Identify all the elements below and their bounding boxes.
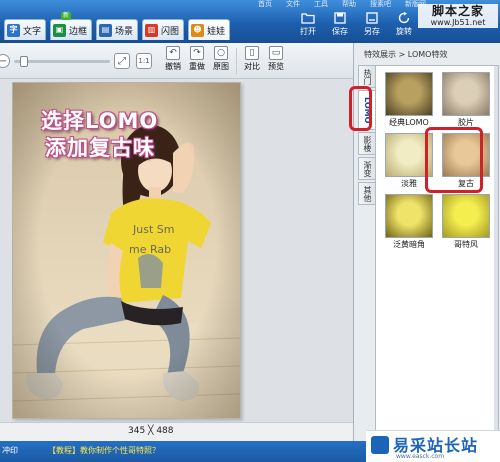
edit-tools: ↶ 撤销 ↷ 重做 ○ 原图 ▯ 对比 ▭ 预览 xyxy=(162,46,287,74)
breadcrumb: 特效展示 > LOMO特效 xyxy=(364,50,448,59)
menu-item-file[interactable]: 文件 xyxy=(286,0,300,10)
preview-button[interactable]: ▭ 预览 xyxy=(265,46,287,74)
tutorial-link[interactable]: 【教程】教你制作个性哥特照？ xyxy=(48,445,160,456)
text-icon: 字 xyxy=(7,23,20,37)
image-dimensions: 345 ╳ 488 xyxy=(128,426,174,436)
menu-item-help[interactable]: 帮助 xyxy=(342,0,356,10)
effect-label: 泛黄暗角 xyxy=(393,240,425,249)
effect-yellow-vignette[interactable]: 泛黄暗角 xyxy=(383,194,435,250)
preview-label: 预览 xyxy=(268,62,284,71)
lomo-tab-highlight xyxy=(349,86,372,131)
save-as-label: 另存 xyxy=(364,27,380,36)
minus-icon: − xyxy=(0,55,8,67)
edited-photo: Just Sm me Rab 选择LOMO 添加复古味 xyxy=(12,82,241,419)
compare-button[interactable]: ▯ 对比 xyxy=(241,46,263,74)
effect-thumbnail xyxy=(385,72,433,116)
redo-button[interactable]: ↷ 重做 xyxy=(186,46,208,74)
menu-item-tools[interactable]: 工具 xyxy=(314,0,328,10)
image-canvas[interactable]: Just Sm me Rab 选择LOMO 添加复古味 xyxy=(0,79,353,422)
flash-icon: ▥ xyxy=(145,23,159,37)
effects-grid: 经典LOMO 胶片 淡雅 复古 泛黄暗角 哥特风 xyxy=(375,65,499,435)
tab-border-label: 边框 xyxy=(69,26,88,37)
actual-size-icon: 1:1 xyxy=(138,57,150,65)
tab-scene-label: 场景 xyxy=(115,26,134,37)
save-as-button[interactable]: 另存 xyxy=(357,12,387,37)
watermark-title: 脚本之家 xyxy=(431,4,484,18)
redo-icon: ↷ xyxy=(190,46,204,60)
rotate-button[interactable]: 旋转 xyxy=(389,12,419,37)
status-bar: 345 ╳ 488 xyxy=(0,422,353,441)
zoom-slider-thumb[interactable] xyxy=(20,56,28,67)
easck-logo-icon xyxy=(371,436,389,454)
tab-doll[interactable]: ☻ 娃娃 xyxy=(188,19,231,40)
top-menu: 首页 文件 工具 帮助 搜素吧 新版网 xyxy=(258,0,426,10)
top-bar: 首页 文件 工具 帮助 搜素吧 新版网 字 文字 新 ▣ 边框 ▤ 场景 ▥ 闪… xyxy=(0,0,500,43)
fit-icon: ⤢ xyxy=(118,55,126,67)
effect-film[interactable]: 胶片 xyxy=(440,72,492,128)
watermark-url: www.Jb51.net xyxy=(430,18,486,27)
main-tabs: 字 文字 新 ▣ 边框 ▤ 场景 ▥ 闪图 ☻ 娃娃 xyxy=(4,12,231,40)
tab-gradient[interactable]: 渐变 xyxy=(358,157,375,180)
effect-thumbnail xyxy=(385,194,433,238)
scene-icon: ▤ xyxy=(99,23,113,37)
undo-label: 撤销 xyxy=(165,62,181,71)
tab-border[interactable]: 新 ▣ 边框 xyxy=(50,12,93,40)
panel-scrollbar[interactable] xyxy=(494,66,498,436)
original-icon: ○ xyxy=(214,46,228,60)
tab-text-label: 文字 xyxy=(23,26,42,37)
zoom-slider[interactable] xyxy=(14,60,110,63)
menu-item-home[interactable]: 首页 xyxy=(258,0,272,10)
fit-window-button[interactable]: ⤢ xyxy=(114,53,130,69)
file-actions: 打开 保存 另存 旋转 xyxy=(293,12,419,37)
original-button[interactable]: ○ 原图 xyxy=(210,46,232,74)
print-link[interactable]: 冲印 xyxy=(2,445,18,456)
original-label: 原图 xyxy=(213,62,229,71)
effect-thumbnail xyxy=(442,72,490,116)
effect-label: 哥特风 xyxy=(454,240,478,249)
save-label: 保存 xyxy=(332,27,348,36)
tab-doll-label: 娃娃 xyxy=(207,26,226,37)
new-badge: 新 xyxy=(61,12,72,20)
tab-other[interactable]: 其他 xyxy=(358,182,375,205)
editor-toolbar: − ⤢ 1:1 ↶ 撤销 ↷ 重做 ○ 原图 ▯ 对比 ▭ 预览 xyxy=(0,43,353,79)
save-button[interactable]: 保存 xyxy=(325,12,355,37)
effect-gothic[interactable]: 哥特风 xyxy=(440,194,492,250)
effect-classic-lomo[interactable]: 经典LOMO xyxy=(383,72,435,128)
toolbar-divider xyxy=(236,48,237,74)
tab-scene[interactable]: ▤ 场景 xyxy=(96,19,139,40)
compare-icon: ▯ xyxy=(245,46,259,60)
rotate-label: 旋转 xyxy=(396,27,412,36)
watermark-jb51: 脚本之家 www.Jb51.net xyxy=(418,4,498,28)
effects-panel: 特效展示 > LOMO特效 热门 LOMO 影楼 渐变 其他 经典LOMO 胶片… xyxy=(353,43,500,441)
border-icon: ▣ xyxy=(53,23,67,37)
undo-icon: ↶ xyxy=(166,46,180,60)
compare-label: 对比 xyxy=(244,62,260,71)
open-button[interactable]: 打开 xyxy=(293,12,323,37)
actual-size-button[interactable]: 1:1 xyxy=(136,53,152,69)
save-as-icon xyxy=(366,12,378,24)
redo-label: 重做 xyxy=(189,62,205,71)
watermark-bottom-url: www.easck.com xyxy=(396,453,445,460)
preview-icon: ▭ xyxy=(269,46,283,60)
effect-label: 经典LOMO xyxy=(389,118,429,127)
selected-effect-highlight xyxy=(425,127,483,193)
tab-hot[interactable]: 热门 xyxy=(358,65,375,88)
tab-flash-label: 闪图 xyxy=(161,26,180,37)
undo-button[interactable]: ↶ 撤销 xyxy=(162,46,184,74)
effect-thumbnail xyxy=(442,194,490,238)
open-icon xyxy=(301,13,315,24)
open-label: 打开 xyxy=(300,27,316,36)
tab-studio[interactable]: 影楼 xyxy=(358,132,375,155)
effect-label: 淡雅 xyxy=(401,179,417,188)
tab-text[interactable]: 字 文字 xyxy=(4,19,47,40)
watermark-easck: 易采站长站 www.easck.com xyxy=(366,430,500,462)
save-icon xyxy=(334,12,346,24)
overlay-text-line1: 选择LOMO xyxy=(41,109,159,133)
zoom-out-button[interactable]: − xyxy=(0,54,10,68)
tab-flash[interactable]: ▥ 闪图 xyxy=(142,19,185,40)
doll-icon: ☻ xyxy=(191,23,205,37)
menu-item-search[interactable]: 搜素吧 xyxy=(370,0,391,10)
rotate-icon xyxy=(398,12,409,24)
overlay-text-line2: 添加复古味 xyxy=(45,136,155,160)
